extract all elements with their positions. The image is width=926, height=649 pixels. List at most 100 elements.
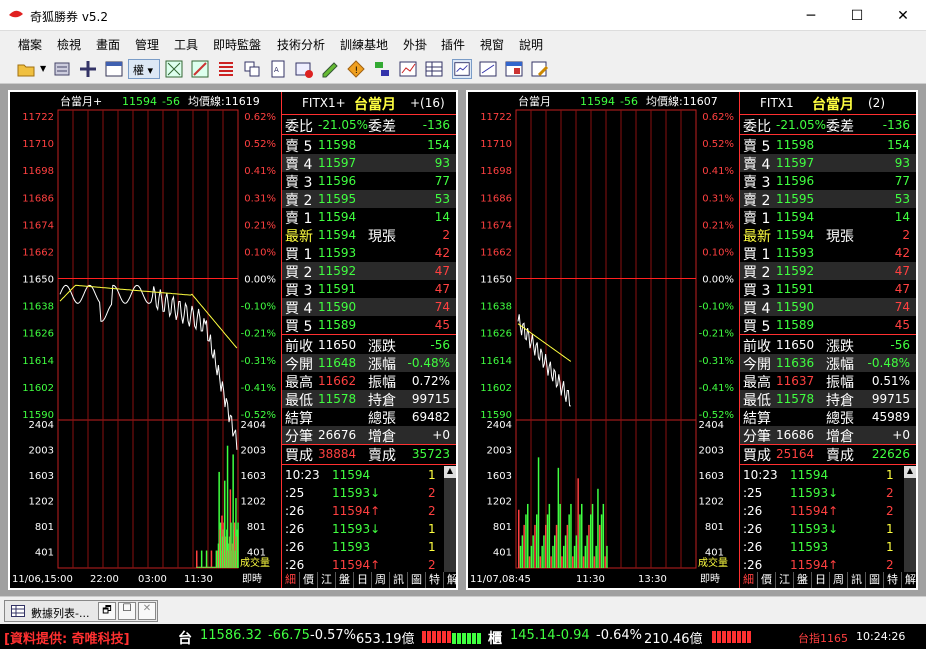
volume-bar: [552, 545, 554, 568]
y-vol-label: 401: [35, 548, 54, 559]
bars-icon[interactable]: [216, 59, 236, 79]
maximize-button[interactable]: ☐: [834, 0, 880, 31]
window-icon[interactable]: [104, 59, 124, 79]
volume-bar: [588, 524, 590, 568]
quote-tab[interactable]: 日: [812, 572, 830, 588]
quote-label: 買成: [285, 448, 313, 464]
quote-label: 現張: [368, 229, 396, 245]
menu-monitor[interactable]: 即時監盤: [213, 36, 261, 53]
right-intraday-chart[interactable]: 台當月 11594 -56 均價線:11607 11722 0.62% 11710 0.52%…: [468, 92, 738, 588]
menu-tools[interactable]: 工具: [174, 36, 198, 53]
menu-training[interactable]: 訓練基地: [340, 36, 388, 53]
y-vol-label: 2404: [29, 420, 54, 431]
quote-tab[interactable]: 圖: [866, 572, 884, 588]
close-tab-button[interactable]: ✕: [138, 602, 156, 620]
alert-chart-icon[interactable]: [294, 59, 314, 79]
quote-tab[interactable]: 解: [902, 572, 916, 588]
minimize-button[interactable]: ─: [788, 0, 834, 31]
y-vol-label-right: 401: [247, 548, 266, 559]
quote-tab[interactable]: 盤: [794, 572, 812, 588]
quote-value: -56: [890, 338, 910, 352]
ask-price: 11594: [776, 210, 815, 224]
quote-tab[interactable]: 解: [444, 572, 456, 588]
maximize-tab-button[interactable]: ☐: [118, 602, 136, 620]
quote-tab[interactable]: 特: [884, 572, 902, 588]
trend-chart-icon[interactable]: [478, 59, 498, 79]
menu-analysis[interactable]: 技術分析: [277, 36, 325, 53]
edit-window-icon[interactable]: [530, 59, 550, 79]
menu-manage[interactable]: 管理: [135, 36, 159, 53]
bid-label: 買 5: [743, 319, 771, 335]
menu-screen[interactable]: 畫面: [96, 36, 120, 53]
menu-addons[interactable]: 插件: [441, 36, 465, 53]
pencil-icon[interactable]: [320, 59, 340, 79]
warning-icon[interactable]: !: [346, 59, 366, 79]
bid-label: 買 2: [743, 265, 771, 281]
quote-tab[interactable]: 周: [830, 572, 848, 588]
quote-value: 11594: [318, 228, 357, 242]
y-vol-label-right: 2003: [699, 446, 724, 457]
tick-scrollbar[interactable]: ▲: [904, 466, 916, 572]
quote-row: 買 3 11591 47: [282, 280, 456, 299]
menu-plugin[interactable]: 外掛: [403, 36, 427, 53]
quote-row: 買 2 11592 47: [740, 262, 916, 281]
y-pct-label: 0.31%: [702, 193, 734, 204]
quote-tab[interactable]: 細: [282, 572, 300, 588]
line-chart-icon[interactable]: [398, 59, 418, 79]
y-price-label: 11650: [22, 275, 54, 286]
tick-volume: 2: [428, 486, 436, 500]
menu-view[interactable]: 檢視: [57, 36, 81, 53]
transfer-icon[interactable]: [372, 59, 392, 79]
close-button[interactable]: ✕: [880, 0, 926, 31]
chart-x-icon[interactable]: [164, 59, 184, 79]
open-folder-icon[interactable]: [16, 59, 36, 79]
quote-tab[interactable]: 江: [318, 572, 336, 588]
crosshair-icon[interactable]: [78, 59, 98, 79]
chart-diag-icon[interactable]: [190, 59, 210, 79]
scroll-up-icon[interactable]: ▲: [904, 466, 916, 478]
y-pct-label: 0.21%: [244, 220, 276, 231]
y-price-label: 11710: [480, 139, 512, 150]
restore-tab-button[interactable]: 🗗: [98, 602, 116, 620]
split-window-icon[interactable]: [504, 59, 524, 79]
quote-tab[interactable]: 訊: [390, 572, 408, 588]
document-icon[interactable]: A: [268, 59, 288, 79]
ask-label: 賣 2: [743, 193, 771, 209]
copy-icon[interactable]: [242, 59, 262, 79]
intraday-chart-icon[interactable]: [452, 59, 472, 79]
quote-tab[interactable]: 訊: [848, 572, 866, 588]
quote-tab[interactable]: 細: [740, 572, 758, 588]
bid-volume: 45: [434, 318, 450, 332]
quote-tab[interactable]: 特: [426, 572, 444, 588]
quote-row: 買 4 11590 74: [740, 298, 916, 317]
quote-value: 26676: [318, 428, 357, 442]
tick-scrollbar[interactable]: ▲: [444, 466, 456, 572]
bid-price: 11591: [318, 282, 357, 296]
menu-window[interactable]: 視窗: [480, 36, 504, 53]
quote-tab[interactable]: 日: [354, 572, 372, 588]
left-chart-window[interactable]: 台當月+ 11594 -56 均價線:11619 11722 0.62% 11710 0.52…: [8, 90, 458, 590]
bid-label: 買 1: [743, 247, 771, 263]
quote-tab[interactable]: 周: [372, 572, 390, 588]
tick-time: :26: [743, 558, 763, 572]
right-chart-window[interactable]: 台當月 11594 -56 均價線:11607 11722 0.62% 11710 0.52%…: [466, 90, 918, 590]
quote-row: 分筆 16686 增倉 +0: [740, 426, 916, 445]
quote-tab[interactable]: 盤: [336, 572, 354, 588]
scroll-up-icon[interactable]: ▲: [444, 466, 456, 478]
table-icon[interactable]: [424, 59, 444, 79]
rights-selector[interactable]: 權 ▾: [128, 59, 160, 79]
volume-bar: [536, 514, 538, 568]
left-intraday-chart[interactable]: 台當月+ 11594 -56 均價線:11619 11722 0.62% 11710 0.52…: [10, 92, 280, 588]
quote-tab[interactable]: 江: [776, 572, 794, 588]
x-time-label: 11:30: [576, 574, 605, 585]
volume-bar: [606, 545, 608, 568]
quote-tab[interactable]: 價: [758, 572, 776, 588]
menu-help[interactable]: 說明: [519, 36, 543, 53]
dropdown-arrow-icon[interactable]: ▼: [40, 64, 46, 73]
quote-tab[interactable]: 圖: [408, 572, 426, 588]
quote-row: 賣 1 11594 14: [282, 208, 456, 227]
quote-tab[interactable]: 價: [300, 572, 318, 588]
tick-volume: 2: [428, 504, 436, 518]
list-icon[interactable]: [52, 59, 72, 79]
menu-file[interactable]: 檔案: [18, 36, 42, 53]
